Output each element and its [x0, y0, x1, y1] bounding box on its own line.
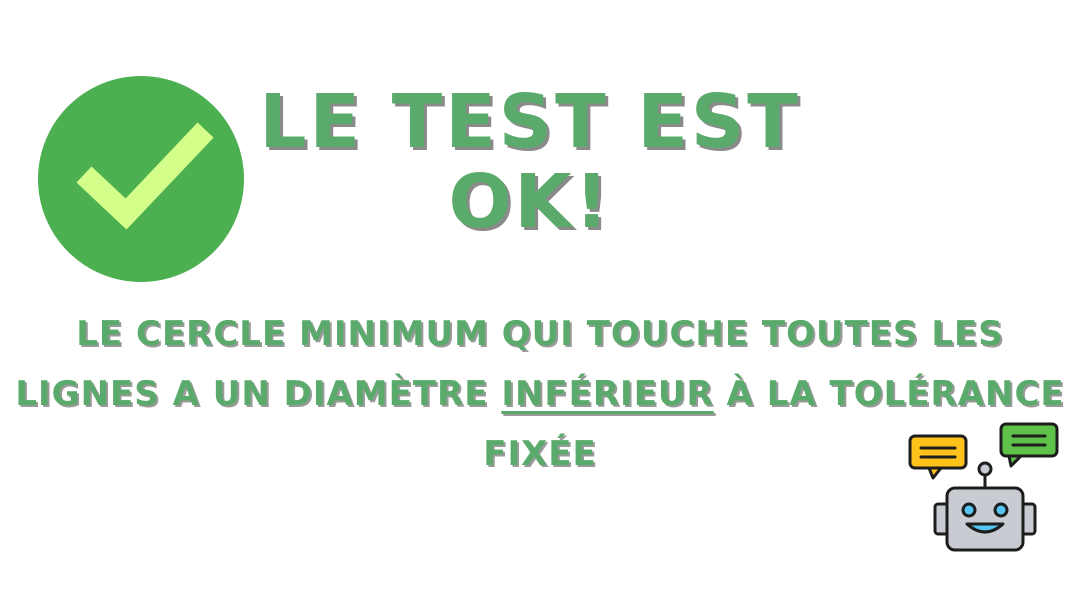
- speech-bubble-yellow-icon: [908, 434, 968, 480]
- message-line-1: LE CERCLE MINIMUM QUI TOUCHE TOUTES LES: [76, 314, 1004, 354]
- result-slide: LE TEST EST OK! LE CERCLE MINIMUM QUI TO…: [0, 0, 1080, 600]
- message-emphasis: INFÉRIEUR: [501, 374, 714, 414]
- headline-line-1: LE TEST EST: [259, 79, 801, 165]
- check-icon: [38, 76, 244, 282]
- message-line-2-end: À LA TOLÉRANCE: [713, 374, 1065, 414]
- badge-circle: [38, 76, 244, 282]
- message-line-2-start: LIGNES A UN DIAMÈTRE: [15, 374, 502, 414]
- headline: LE TEST EST OK!: [230, 82, 830, 242]
- speech-bubble-green-icon: [999, 422, 1059, 468]
- robot-head: [933, 461, 1037, 552]
- robot-icon: [908, 422, 1059, 552]
- headline-line-2: OK!: [448, 159, 612, 245]
- message-line-2: LIGNES A UN DIAMÈTRE INFÉRIEUR À LA TOLÉ…: [0, 364, 1080, 424]
